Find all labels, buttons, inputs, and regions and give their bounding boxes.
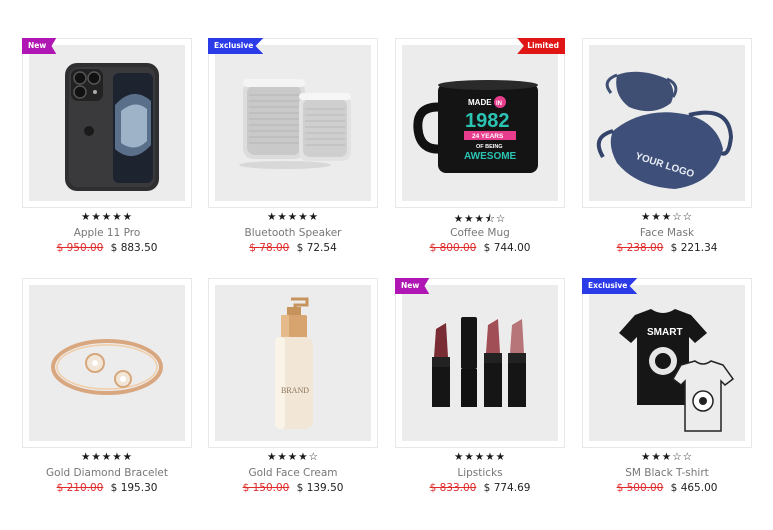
old-price: $ 150.00 xyxy=(242,482,290,494)
sale-price: $ 883.50 xyxy=(110,242,158,254)
product-grid: New ★★★★★ Apple 11 Pro $ 950.00 $ 883.50… xyxy=(0,0,773,530)
iphone-image xyxy=(65,63,159,191)
sale-price: $ 774.69 xyxy=(483,482,531,494)
lipsticks-image xyxy=(432,317,526,407)
product-name[interactable]: SM Black T-shirt xyxy=(582,467,752,479)
rating-stars: ★★★☆☆ xyxy=(640,211,694,223)
product-image[interactable] xyxy=(402,285,558,441)
tshirt-text: SMART xyxy=(647,327,683,338)
rating-stars: ★★★★★ xyxy=(266,211,320,223)
product-image-frame[interactable]: MADE IN 1982 24 YEARS OF BEING AWESOME xyxy=(395,38,565,208)
product-image[interactable]: SMART xyxy=(589,285,745,441)
badge-new: New xyxy=(395,278,430,294)
product-image[interactable]: MADE IN 1982 24 YEARS OF BEING AWESOME xyxy=(402,45,558,201)
rating-stars: ★★★☆☆ xyxy=(640,451,694,463)
speaker-image xyxy=(239,79,351,169)
old-price: $ 800.00 xyxy=(429,242,477,254)
product-image-frame[interactable]: BRAND xyxy=(208,278,378,448)
old-price: $ 950.00 xyxy=(56,242,104,254)
price-row: $ 78.00 $ 72.54 xyxy=(208,242,378,254)
badge-exclusive: Exclusive xyxy=(208,38,264,54)
rating-stars: ★★★★☆ xyxy=(266,451,320,463)
price-row: $ 950.00 $ 883.50 xyxy=(22,242,192,254)
price-row: $ 238.00 $ 221.34 xyxy=(582,242,752,254)
old-price: $ 78.00 xyxy=(249,242,290,254)
badge-new: New xyxy=(22,38,57,54)
product-image-frame[interactable] xyxy=(22,278,192,448)
price-row: $ 800.00 $ 744.00 xyxy=(395,242,565,254)
price-row: $ 150.00 $ 139.50 xyxy=(208,482,378,494)
old-price: $ 238.00 xyxy=(616,242,664,254)
old-price: $ 500.00 xyxy=(616,482,664,494)
badge-limited: Limited xyxy=(517,38,565,54)
rating-stars: ★★★★★ xyxy=(80,451,134,463)
product-image[interactable] xyxy=(29,285,185,441)
cream-bottle-image: BRAND xyxy=(275,297,313,429)
price-row: $ 210.00 $ 195.30 xyxy=(22,482,192,494)
sale-price: $ 72.54 xyxy=(296,242,337,254)
product-image-frame[interactable]: SMART xyxy=(582,278,752,448)
product-image[interactable]: YOUR LOGO xyxy=(589,45,745,201)
mug-text-in: IN xyxy=(496,101,502,107)
product-image-frame[interactable] xyxy=(395,278,565,448)
product-name[interactable]: Coffee Mug xyxy=(395,227,565,239)
price-row: $ 833.00 $ 774.69 xyxy=(395,482,565,494)
product-image-frame[interactable]: YOUR LOGO xyxy=(582,38,752,208)
mug-image: MADE IN 1982 24 YEARS OF BEING AWESOME xyxy=(413,80,538,173)
product-image-frame[interactable] xyxy=(208,38,378,208)
product-name[interactable]: Gold Face Cream xyxy=(208,467,378,479)
product-name[interactable]: Face Mask xyxy=(582,227,752,239)
product-name[interactable]: Lipsticks xyxy=(395,467,565,479)
bottle-brand-text: BRAND xyxy=(281,386,309,395)
product-image[interactable] xyxy=(29,45,185,201)
mug-text-awesome: AWESOME xyxy=(464,151,517,162)
mug-text-years: 24 YEARS xyxy=(472,133,504,140)
face-mask-image: YOUR LOGO xyxy=(596,71,734,189)
badge-exclusive: Exclusive xyxy=(582,278,638,294)
product-image[interactable] xyxy=(215,45,371,201)
mug-text-year: 1982 xyxy=(465,110,510,132)
sale-price: $ 195.30 xyxy=(110,482,158,494)
product-name[interactable]: Gold Diamond Bracelet xyxy=(22,467,192,479)
old-price: $ 833.00 xyxy=(429,482,477,494)
product-name[interactable]: Apple 11 Pro xyxy=(22,227,192,239)
tshirt-image: SMART xyxy=(619,309,735,432)
sale-price: $ 465.00 xyxy=(670,482,718,494)
sale-price: $ 139.50 xyxy=(296,482,344,494)
product-name[interactable]: Bluetooth Speaker xyxy=(208,227,378,239)
old-price: $ 210.00 xyxy=(56,482,104,494)
rating-stars: ★★★★★ xyxy=(453,451,507,463)
product-image-frame[interactable] xyxy=(22,38,192,208)
price-row: $ 500.00 $ 465.00 xyxy=(582,482,752,494)
rating-stars: ★★★★★ xyxy=(80,211,134,223)
mug-text-being: OF BEING xyxy=(476,144,503,150)
bracelet-image xyxy=(51,339,163,395)
sale-price: $ 744.00 xyxy=(483,242,531,254)
sale-price: $ 221.34 xyxy=(670,242,718,254)
mug-text-made: MADE xyxy=(468,98,492,107)
product-image[interactable]: BRAND xyxy=(215,285,371,441)
